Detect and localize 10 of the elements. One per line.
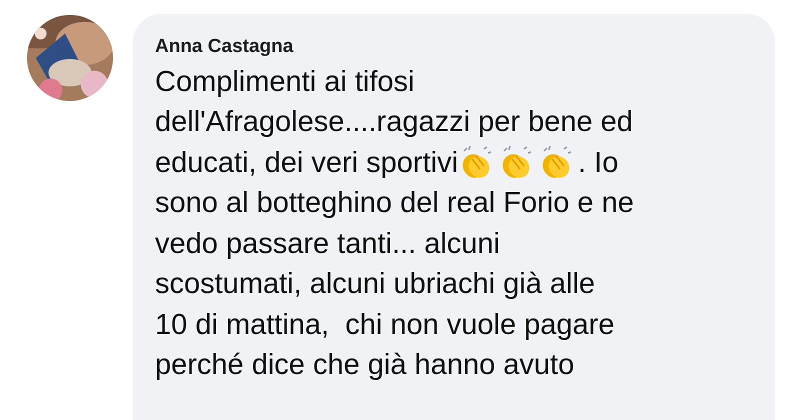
comment-text: perché dice che già hanno avuto — [155, 349, 574, 382]
comment-text: educati, dei veri sportivi — [155, 146, 458, 180]
comment-text: Complimenti ai tifosi — [155, 66, 414, 99]
comment-text: vedo passare tanti... alcuni — [155, 228, 500, 261]
comment-text: 10 di mattina, chi non vuole pagare — [155, 308, 614, 342]
comment-text: . Io — [578, 146, 618, 180]
comment-text: sono al botteghino del real Forio e ne — [155, 187, 634, 220]
comment-text: scostumati, alcuni ubriachi già alle — [155, 268, 596, 302]
author-name[interactable]: Anna Castagna — [155, 36, 775, 58]
comment-text: dell'Afragolese....ragazzi per bene ed — [155, 106, 633, 140]
